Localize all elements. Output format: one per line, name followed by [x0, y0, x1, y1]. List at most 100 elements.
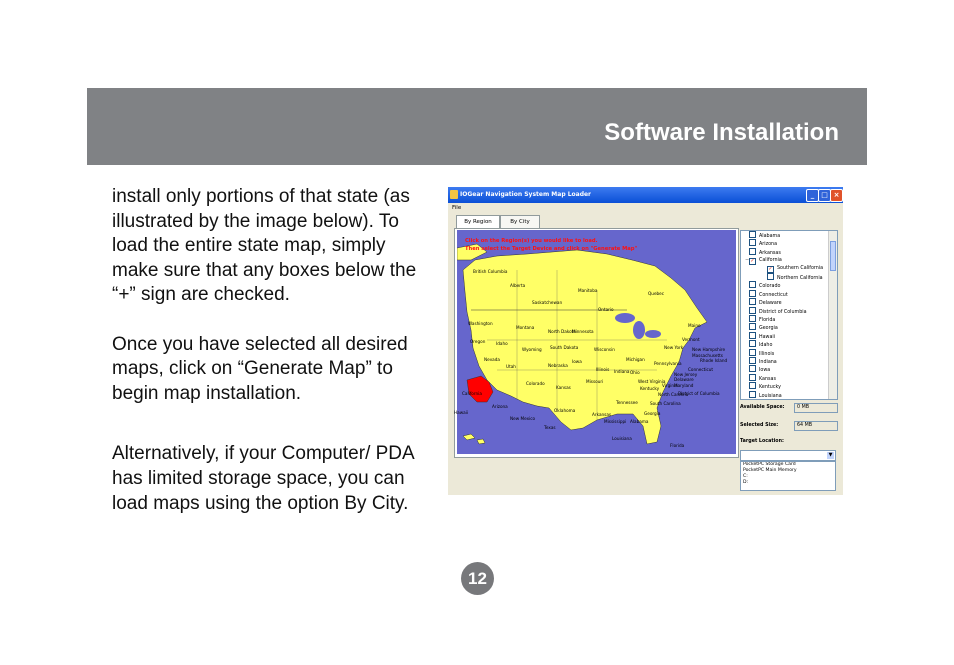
map-label: Quebec — [648, 291, 665, 296]
target-location-list[interactable]: PocketPC Storage Card PocketPC Main Memo… — [740, 461, 836, 491]
map-label: Illinois — [596, 367, 610, 372]
state-list[interactable]: Alabama Arizona Arkansas −✓ California ✓ South… — [740, 230, 838, 400]
state-checkbox[interactable] — [749, 382, 756, 390]
state-checkbox[interactable] — [749, 357, 756, 364]
target-location-dropdown[interactable]: ▼ — [740, 450, 836, 461]
state-checkbox[interactable] — [749, 306, 756, 314]
page-title: Software Installation — [604, 119, 839, 146]
state-list-item[interactable]: Louisiana — [745, 390, 782, 399]
state-list-item[interactable]: Connecticut — [745, 289, 788, 298]
state-list-item[interactable]: Northern California — [763, 273, 823, 281]
state-list-item[interactable]: Colorado — [745, 281, 780, 289]
state-label: Indiana — [759, 360, 777, 365]
list-item[interactable]: D: — [743, 480, 748, 486]
state-label: Southern California — [777, 265, 824, 271]
map-label: Washington — [468, 321, 493, 326]
map-label: Rhode Island — [700, 358, 728, 363]
state-checkbox[interactable] — [749, 289, 756, 297]
available-space-label: Available Space: — [740, 405, 785, 410]
window-title: IOGear Navigation System Map Loader — [460, 191, 592, 198]
map-label: Wisconsin — [594, 347, 615, 352]
menu-bar: File — [448, 203, 843, 213]
list-item[interactable]: PocketPC Main Memory — [743, 468, 797, 474]
state-checkbox[interactable] — [749, 323, 756, 331]
map-label: British Columbia — [473, 269, 508, 274]
map-label: Arkansas — [592, 412, 612, 417]
state-list-item[interactable]: Iowa — [745, 365, 770, 373]
scrollbar-thumb[interactable] — [830, 241, 836, 271]
state-label: Kentucky — [759, 385, 781, 391]
state-label: Arizona — [759, 242, 778, 248]
state-list-item[interactable]: Florida — [745, 315, 775, 323]
map-label: Minnesota — [572, 329, 594, 334]
state-list-item[interactable]: Idaho — [745, 340, 772, 348]
map-label: Ohio — [630, 370, 640, 375]
state-label: Connecticut — [759, 292, 788, 298]
menu-file[interactable]: File — [452, 205, 461, 211]
state-label: Colorado — [759, 284, 781, 290]
tab-by-region[interactable]: By Region — [456, 215, 500, 228]
map-label: Alabama — [630, 419, 649, 424]
map-loader-window: IOGear Navigation System Map Loader _ □ … — [448, 187, 843, 495]
map-label: Wyoming — [522, 347, 542, 352]
state-list-item[interactable]: Kentucky — [745, 382, 781, 390]
map-instructions: Click on the Region(s) you would like to… — [465, 237, 637, 253]
map-label: Manitoba — [578, 288, 598, 293]
state-checkbox[interactable] — [749, 390, 756, 398]
state-list-item[interactable]: Georgia — [745, 323, 778, 331]
state-list-scrollbar[interactable] — [828, 231, 837, 399]
map-label: Utah — [506, 364, 516, 369]
map-label: Alberta — [510, 283, 526, 288]
state-list-item[interactable]: Alabama — [745, 231, 780, 239]
instruction-line: Then select the Target Device and click … — [465, 246, 638, 252]
map-label: Indiana — [614, 369, 630, 374]
state-list-item[interactable]: Indiana — [745, 357, 777, 365]
map-label: Kentucky — [640, 386, 660, 391]
lake — [633, 321, 645, 339]
chevron-down-icon[interactable]: ▼ — [827, 452, 834, 459]
state-checkbox[interactable]: ✓ — [767, 265, 774, 273]
state-checkbox[interactable] — [749, 231, 756, 238]
state-list-item[interactable]: Kansas — [745, 373, 776, 382]
map-label: Ontario — [598, 307, 614, 312]
state-checkbox[interactable]: ✓ — [749, 258, 756, 266]
map-label: Missouri — [586, 379, 604, 384]
map-label: Oklahoma — [554, 408, 576, 413]
state-label: Idaho — [759, 343, 773, 349]
app-icon — [450, 190, 458, 199]
state-label: Hawaii — [759, 334, 776, 340]
map-label: Montana — [516, 325, 535, 330]
state-checkbox[interactable] — [749, 340, 756, 348]
state-checkbox[interactable] — [749, 239, 756, 247]
map-label: Mississippi — [604, 419, 627, 424]
paragraph: install only portions of that state (as … — [112, 186, 417, 306]
state-checkbox[interactable] — [767, 273, 774, 280]
state-checkbox[interactable] — [749, 315, 756, 322]
body-text: install only portions of that state (as … — [112, 185, 422, 541]
state-checkbox[interactable] — [749, 348, 756, 356]
map-label: Oregon — [470, 339, 486, 344]
map-label: Tennessee — [616, 400, 638, 405]
state-list-item[interactable]: Delaware — [745, 298, 782, 306]
state-list-item[interactable]: −✓ California — [745, 256, 782, 266]
state-list-item[interactable]: Illinois — [745, 348, 774, 357]
state-checkbox[interactable] — [749, 281, 756, 289]
state-list-item[interactable]: ✓ Southern California — [763, 265, 823, 273]
state-label: Iowa — [759, 368, 771, 374]
map-label: Maine — [688, 323, 701, 328]
state-label: District of Columbia — [759, 309, 807, 315]
state-label: Arkansas — [759, 250, 781, 256]
state-label: Georgia — [759, 326, 778, 332]
close-button[interactable]: × — [830, 189, 843, 202]
state-checkbox[interactable] — [749, 247, 756, 255]
state-list-item[interactable]: Arkansas — [745, 247, 781, 256]
state-checkbox[interactable] — [749, 373, 756, 381]
state-checkbox[interactable] — [749, 298, 756, 306]
state-list-item[interactable]: District of Columbia — [745, 306, 807, 315]
map-label: Florida — [670, 443, 685, 448]
state-list-item[interactable]: Hawaii — [745, 331, 776, 340]
tab-by-city[interactable]: By City — [500, 215, 540, 228]
state-checkbox[interactable] — [749, 331, 756, 339]
state-checkbox[interactable] — [749, 365, 756, 373]
state-list-item[interactable]: Arizona — [745, 239, 777, 247]
